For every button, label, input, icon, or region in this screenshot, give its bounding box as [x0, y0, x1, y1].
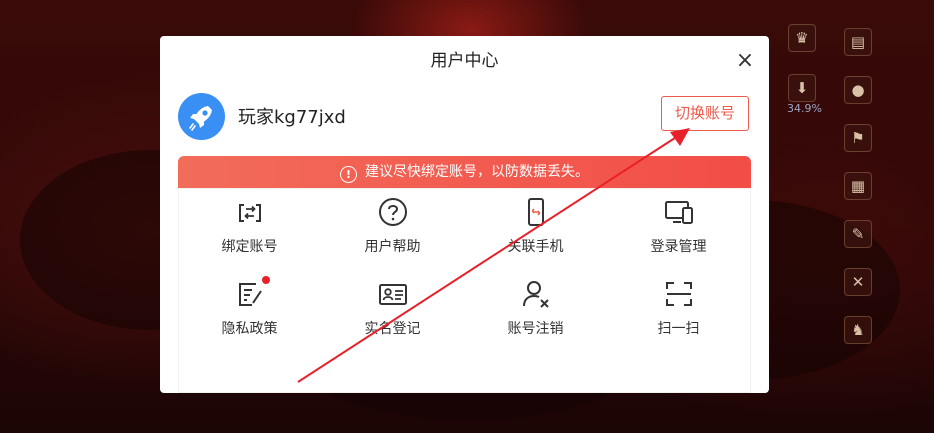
link-phone-item[interactable]: 关联手机	[464, 188, 607, 268]
warning-banner: ! 建议尽快绑定账号，以防数据丢失。	[178, 156, 751, 188]
rocket-icon	[189, 106, 212, 131]
user-icon[interactable]: ●	[844, 76, 872, 104]
feature-grid: 绑定账号 用户帮助 关联手机 登录管理 隐私政策 实名登记 账号注销 扫一扫	[178, 188, 751, 393]
tools-icon[interactable]: ✕	[844, 268, 872, 296]
user-help-item[interactable]: 用户帮助	[321, 188, 464, 268]
privacy-policy-item[interactable]: 隐私政策	[178, 270, 321, 350]
close-icon[interactable]: ×	[734, 50, 756, 72]
bind-icon	[239, 204, 261, 222]
download-progress-text: 34.9%	[787, 102, 822, 115]
book-icon[interactable]: ▤	[844, 28, 872, 56]
user-center-dialog: 用户中心 × 玩家kg77jxd 切换账号 ! 建议尽快绑定账号，以防数据丢失。 …	[160, 36, 769, 393]
warning-icon: !	[340, 166, 357, 183]
devices-icon	[665, 201, 693, 224]
account-cancel-item[interactable]: 账号注销	[464, 270, 607, 350]
switch-account-button[interactable]: 切换账号	[661, 96, 749, 131]
scan-icon	[666, 282, 692, 306]
crown-icon[interactable]: ♛	[788, 24, 816, 52]
item-label: 扫一扫	[657, 321, 700, 337]
login-management-item[interactable]: 登录管理	[607, 188, 750, 268]
privacy-icon	[239, 283, 262, 306]
bind-account-item[interactable]: 绑定账号	[178, 188, 321, 268]
qr-icon[interactable]: ▦	[844, 172, 872, 200]
service-icon[interactable]: ♞	[844, 316, 872, 344]
item-label: 实名登记	[364, 321, 421, 337]
item-label: 用户帮助	[364, 239, 421, 255]
id-card-icon	[379, 284, 407, 305]
item-label: 账号注销	[507, 321, 564, 337]
phone-icon	[528, 198, 544, 226]
dialog-title: 用户中心	[430, 51, 499, 71]
item-label: 登录管理	[650, 239, 707, 255]
scan-item[interactable]: 扫一扫	[607, 270, 750, 350]
help-icon	[379, 198, 407, 226]
download-icon[interactable]: ⬇	[788, 74, 816, 102]
item-label: 绑定账号	[221, 239, 278, 255]
item-label: 关联手机	[507, 239, 564, 255]
bookmark-icon[interactable]: ⚑	[844, 124, 872, 152]
avatar	[178, 93, 225, 140]
user-remove-icon	[523, 281, 549, 308]
real-name-item[interactable]: 实名登记	[321, 270, 464, 350]
username: 玩家kg77jxd	[238, 107, 346, 128]
item-label: 隐私政策	[221, 321, 278, 337]
warning-text: 建议尽快绑定账号，以防数据丢失。	[365, 164, 589, 180]
notification-dot	[262, 276, 270, 284]
edit-icon[interactable]: ✎	[844, 220, 872, 248]
